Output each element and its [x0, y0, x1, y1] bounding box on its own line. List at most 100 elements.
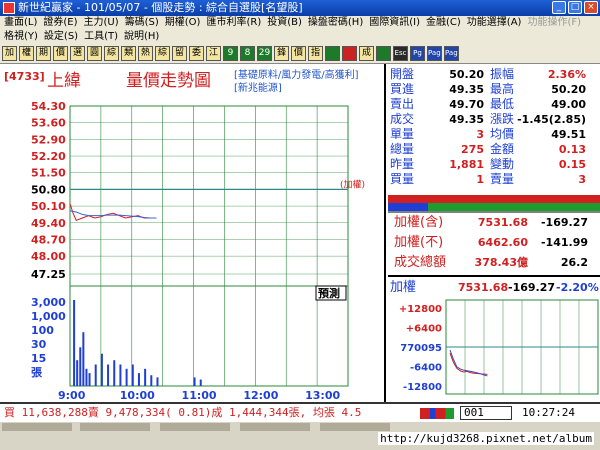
status-bar: 買 11,638,288賣 9,478,334( 0.81)成 1,444,34…	[0, 402, 600, 422]
menu-item-2-0[interactable]: 格視(Y)	[4, 30, 38, 44]
toolbar-button-21[interactable]: 成	[359, 46, 374, 61]
index-row-value: 6462.60	[478, 236, 528, 249]
quote-value-right: -1.45(2.85)	[517, 113, 586, 126]
index-row-label: 加權(不)	[394, 235, 443, 250]
taskbar-item-1	[2, 423, 72, 431]
toolbar-button-4[interactable]: 選	[70, 46, 85, 61]
time-tick-label: 10:00	[120, 389, 155, 402]
price-volume-chart[interactable]: 54.30 53.60 52.90 52.20 51.50 50.80 50.10 49.40…	[0, 64, 386, 402]
toolbar-button-15[interactable]: 29	[257, 46, 272, 61]
mini-value: 7531.68	[458, 281, 508, 294]
quote-label-left: 昨量	[390, 157, 414, 171]
volume-bar	[88, 373, 91, 386]
menu-item-3[interactable]: 籌碼(S)	[125, 16, 159, 30]
toolbar-button-24[interactable]: Pg	[410, 46, 425, 61]
volume-bar	[119, 364, 122, 386]
mini-change: -169.27	[508, 281, 555, 294]
window-controls: _ □ ×	[552, 1, 598, 14]
toolbar-button-0[interactable]: 加	[2, 46, 17, 61]
toolbar-button-9[interactable]: 綜	[155, 46, 170, 61]
toolbar-button-10[interactable]: 留	[172, 46, 187, 61]
quote-label-left: 總量	[390, 141, 414, 156]
toolbar-button-23[interactable]: Esc	[393, 46, 408, 61]
toolbar-button-22[interactable]	[376, 46, 391, 61]
toolbar-button-18[interactable]: 指	[308, 46, 323, 61]
toolbar-button-5[interactable]: 圓	[87, 46, 102, 61]
quote-label-right: 漲跌	[490, 111, 514, 126]
toolbar-button-1[interactable]: 權	[19, 46, 34, 61]
volume-bar	[199, 379, 202, 386]
menu-item-11[interactable]: 功能操作(F)	[527, 16, 581, 30]
price-tick-label: 50.10	[31, 200, 66, 213]
menu-item-1[interactable]: 證券(E)	[43, 16, 77, 30]
taskbar-item-2	[80, 423, 150, 431]
toolbar-button-11[interactable]: 委	[189, 46, 204, 61]
toolbar-button-2[interactable]: 期	[36, 46, 51, 61]
toolbar-button-14[interactable]: 8	[240, 46, 255, 61]
toolbar-button-16[interactable]: 鋒	[274, 46, 289, 61]
quote-value-left: 49.35	[449, 113, 484, 126]
toolbar-button-19[interactable]	[325, 46, 340, 61]
forecast-tag: 預測	[318, 286, 340, 300]
volume-bar	[193, 377, 196, 386]
menu-item-8[interactable]: 國際資訊(I)	[369, 16, 420, 30]
toolbar-button-26[interactable]: Page	[444, 46, 459, 61]
price-tick-label: 52.20	[31, 150, 66, 163]
volume-bar	[150, 375, 153, 386]
stock-code-input[interactable]: 001	[460, 406, 512, 420]
toolbar-button-20[interactable]	[342, 46, 357, 61]
menu-item-9[interactable]: 金融(C)	[426, 16, 461, 30]
time-tick-label: 13:00	[305, 389, 340, 402]
quote-label-left: 單量	[390, 127, 414, 141]
quote-panel: 開盤 50.20 振幅 2.36% 買進 49.35 最高 50.20 賣出 49.70 最低 49.…	[388, 64, 600, 402]
menu-item-6[interactable]: 投資(B)	[267, 16, 302, 30]
close-button[interactable]: ×	[584, 1, 598, 14]
quote-label-left: 買進	[390, 82, 414, 96]
menu-item-7[interactable]: 操盤密碼(H)	[308, 16, 363, 30]
menu-item-2-2[interactable]: 工具(T)	[84, 30, 118, 44]
taskbar-items	[2, 423, 390, 431]
toolbar-button-8[interactable]: 熱	[138, 46, 153, 61]
maximize-button[interactable]: □	[568, 1, 582, 14]
volume-bar	[125, 368, 128, 386]
volume-bar	[76, 360, 79, 386]
time-tick-label: 9:00	[58, 389, 86, 402]
menu-item-0[interactable]: 畫面(L)	[4, 16, 37, 30]
mini-tick-label: +6400	[406, 324, 442, 335]
menu-item-4[interactable]: 期權(O)	[165, 16, 201, 30]
index-row-change: -141.99	[541, 236, 588, 249]
app-icon	[3, 2, 15, 14]
quote-label-left: 買量	[390, 172, 414, 186]
volume-bar	[107, 364, 110, 386]
volume-bar	[137, 373, 140, 386]
volume-tick-label: 張	[31, 366, 43, 379]
menu-item-10[interactable]: 功能選擇(A)	[467, 16, 522, 30]
toolbar-button-6[interactable]: 綜	[104, 46, 119, 61]
toolbar-button-3[interactable]: 價	[53, 46, 68, 61]
volume-bar	[113, 360, 116, 386]
order-summary: 買 11,638,288賣 9,478,334( 0.81)成 1,444,34…	[4, 406, 362, 419]
watermark-url: http://kujd3268.pixnet.net/album	[378, 432, 594, 445]
toolbar-button-17[interactable]: 價	[291, 46, 306, 61]
volume-bar	[100, 353, 103, 386]
minimize-button[interactable]: _	[552, 1, 566, 14]
menu-item-5[interactable]: 匯市利率(R)	[206, 16, 261, 30]
index-label: (加權)	[340, 178, 365, 190]
index-row-label: 成交總額	[394, 254, 446, 270]
menu-item-2[interactable]: 主力(U)	[84, 16, 119, 30]
toolbar-button-25[interactable]: Page	[427, 46, 442, 61]
toolbar-button-12[interactable]: 江	[206, 46, 221, 61]
toolbar-button-7[interactable]: 類	[121, 46, 136, 61]
menu-item-2-1[interactable]: 設定(S)	[44, 30, 78, 44]
quote-graphics: 開盤 50.20 振幅 2.36% 買進 49.35 最高 50.20 賣出 49.70 最低 49.…	[388, 66, 600, 395]
toolbar-button-13[interactable]: 9	[223, 46, 238, 61]
mini-tick-label: +12800	[399, 304, 442, 315]
volume-tick-label: 100	[31, 324, 54, 337]
menu-item-2-3[interactable]: 說明(H)	[124, 30, 159, 44]
volume-bar	[85, 368, 88, 386]
taskbar-item-5	[320, 423, 390, 431]
order-bar-top	[388, 195, 600, 203]
index-row-change: -169.27	[541, 216, 588, 229]
quick-toolbar: 加權期價選圓綜類熱綜留委江9829鋒價指成EscPgPagePage	[0, 44, 600, 64]
mini-tick-label: -6400	[410, 363, 442, 374]
